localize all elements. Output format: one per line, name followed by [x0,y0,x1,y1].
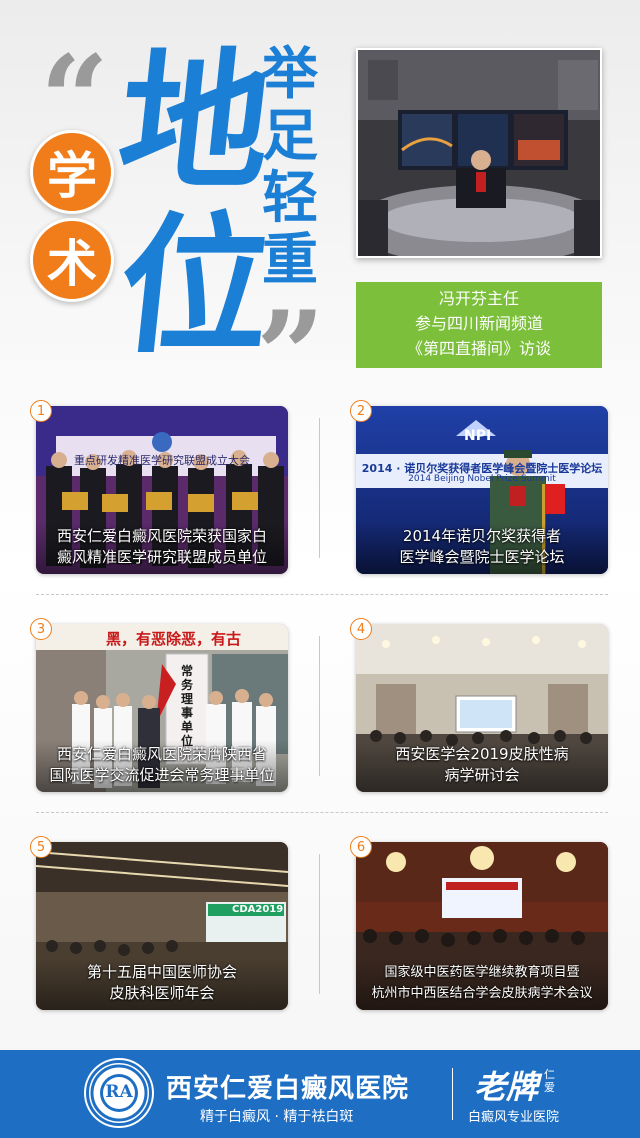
card-award-ceremony: 重点研发精准医学研究联盟成立大会 西安仁爱白癜风医院荣获国家白 癜风精准医学研究… [36,406,288,574]
card-caption: 西安仁爱白癜风医院荣获国家白 癜风精准医学研究联盟成员单位 [36,522,288,574]
interview-caption-box: 冯开芬主任 参与四川新闻频道 《第四直播间》访谈 [356,282,602,368]
title-char-wei: 位 [110,200,280,374]
card-caption: 西安仁爱白癜风医院荣膺陕西省 国际医学交流促进会常务理事单位 [36,740,288,792]
banner-text: 重点研发精准医学研究联盟成立大会 [74,454,250,466]
vertical-title-char: 轻 [262,166,318,231]
caption-line: 皮肤科医师年会 [109,984,215,1002]
card-caption: 2014年诺贝尔奖获得者 医学峰会暨院士医学论坛 [356,522,608,574]
summit-english-text: 2014 Beijing Nobel Prize Summit [408,474,556,484]
card-number-badge: 1 [30,400,52,422]
plaque-text: 常务理事单位 [181,664,194,748]
hospital-logo: RA [86,1060,152,1126]
caption-line: 医学峰会暨院士医学论坛 [399,548,565,566]
close-quote-mark: ” [256,285,326,426]
interview-line: 《第四直播间》访谈 [406,339,551,358]
red-banner-text: 黑，有恶除恶，有古 [106,630,242,648]
interview-line: 冯开芬主任 [438,289,519,308]
hospital-name: 西安仁爱白癜风医院 [166,1074,410,1104]
caption-line: 国家级中医药医学继续教育项目暨 [384,965,580,980]
card-caption: 第十五届中国医师协会 皮肤科医师年会 [36,958,288,1010]
brand-subtitle: 白癜风专业医院 [468,1110,560,1125]
card-number-badge: 4 [350,618,372,640]
card-number-badge: 2 [350,400,372,422]
tv-studio-photo [356,48,602,258]
row-divider [36,812,608,813]
caption-line: 西安仁爱白癜风医院荣膺陕西省 [56,745,267,763]
summit-logo-text: NPI [464,428,492,444]
row-divider [36,594,608,595]
column-divider [319,854,320,994]
vertical-title-char: 足 [262,104,318,169]
caption-line: 第十五届中国医师协会 [86,963,237,981]
card-number-badge: 5 [30,836,52,858]
caption-line: 2014年诺贝尔奖获得者 [402,527,562,545]
column-divider [319,418,320,558]
card-caption: 西安医学会2019皮肤性病 病学研讨会 [356,740,608,792]
caption-line: 杭州市中西医结合学会皮肤病学术会议 [371,986,593,1001]
circle-char-xue: 学 [30,130,114,214]
vertical-title-char: 重 [262,228,318,293]
caption-line: 国际医学交流促进会常务理事单位 [49,766,275,784]
caption-line: 癜风精准医学研究联盟成员单位 [56,548,267,566]
screen-text: CDA2019 [232,904,284,915]
column-divider [319,636,320,776]
caption-line: 病学研讨会 [444,766,520,784]
poster: “ 地 位 学 术 举 足 轻 重 ” 冯开芬主任 参与四川新闻频道 《第四直播… [0,0,640,1138]
footer-divider [452,1068,453,1120]
card-dermatology-conference: CDA2019 第十五届中国医师协会 皮肤科医师年会 [36,842,288,1010]
title-char-di: 地 [110,36,280,210]
vertical-title-char: 举 [262,42,318,107]
caption-line: 西安仁爱白癜风医院荣获国家白 [56,527,267,545]
card-caption: 国家级中医药医学继续教育项目暨 杭州市中西医结合学会皮肤病学术会议 [356,958,608,1010]
caption-line: 西安医学会2019皮肤性病 [395,745,569,763]
vertical-title: 举 足 轻 重 [258,44,322,292]
brand-small-text: 仁爱 [544,1068,555,1094]
card-number-badge: 3 [30,618,52,640]
card-number-badge: 6 [350,836,372,858]
summit-title-text: 2014 · 诺贝尔奖获得者医学峰会暨院士医学论坛 [361,462,603,474]
brand-mark: 老牌 [474,1068,539,1106]
card-tcm-conference: 国家级中医药医学继续教育项目暨 杭州市中西医结合学会皮肤病学术会议 [356,842,608,1010]
hospital-slogan: 精于白癜风 · 精于祛白斑 [200,1109,354,1125]
circle-char-shu: 术 [30,218,114,302]
card-plaque-unveiling: 黑，有恶除恶，有古 常务理事单位 西安仁爱白癜风医院荣膺陕西省 国际医学交流促进… [36,624,288,792]
card-nobel-summit: NPI 2014 · 诺贝尔奖获得者医学峰会暨院士医学论坛 2014 Beiji… [356,406,608,574]
interview-line: 参与四川新闻频道 [414,314,543,333]
logo-text: RA [105,1082,133,1102]
card-symposium-hall: 西安医学会2019皮肤性病 病学研讨会 [356,624,608,792]
